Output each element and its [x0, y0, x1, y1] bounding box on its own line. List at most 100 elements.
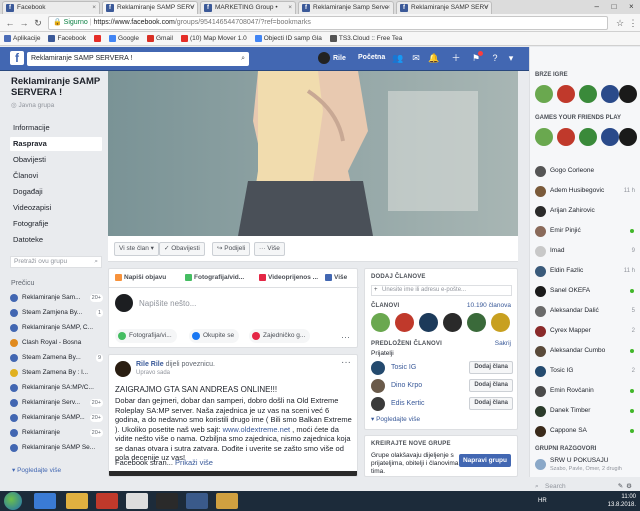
browser-tab-1[interactable]: f Reklamiranje SAMP SERV ×: [102, 1, 198, 14]
facebook-search-input[interactable]: Reklamiranje SAMP SERVERA ! ⌕: [27, 52, 249, 66]
bookmark-facebook[interactable]: Facebook: [48, 32, 86, 45]
shortcut-item[interactable]: Reklamiranje SAMP, C...: [10, 321, 105, 335]
nav-fotografije[interactable]: Fotografije: [10, 217, 102, 231]
chat-contact[interactable]: Gogo Corleone: [535, 164, 637, 178]
group-search-input[interactable]: Pretraži ovu grupu ⌕: [10, 256, 102, 268]
shortcut-item[interactable]: Clash Royal - Bosna: [10, 336, 105, 350]
compose-icon[interactable]: ✎: [618, 483, 626, 490]
avatar[interactable]: [371, 397, 385, 411]
nav-datoteke[interactable]: Datoteke: [10, 233, 102, 247]
post-time[interactable]: Upravo sada: [136, 370, 170, 376]
game-icon[interactable]: [579, 128, 597, 146]
chat-contact[interactable]: Imad 9: [535, 244, 637, 258]
tab-write-post[interactable]: Napiši objavu: [115, 274, 166, 281]
nav-obavijesti[interactable]: Obavijesti: [10, 153, 102, 167]
search-icon[interactable]: ⌕: [241, 52, 245, 66]
chat-contact[interactable]: Emir Pinjić: [535, 224, 637, 238]
post-author[interactable]: Rile Rile: [136, 361, 164, 368]
tab-more[interactable]: Više: [325, 274, 347, 281]
member-count[interactable]: 10.190 članova: [467, 302, 511, 309]
member-avatar[interactable]: [395, 313, 414, 332]
game-icon[interactable]: [579, 85, 597, 103]
group-cover-photo[interactable]: [108, 71, 518, 236]
shortcut-item[interactable]: Reklamiranje SA:MP/C...: [10, 381, 105, 395]
messenger-icon[interactable]: ✉: [410, 52, 422, 64]
game-icon[interactable]: [601, 85, 619, 103]
bookmark-google[interactable]: Google: [109, 32, 139, 45]
avatar[interactable]: [115, 361, 131, 377]
member-avatar[interactable]: [491, 313, 510, 332]
chat-contact[interactable]: Danek Timber: [535, 404, 637, 418]
shortcut-item[interactable]: Reklamiranje 20+: [10, 426, 105, 440]
profile-link[interactable]: Rile: [318, 52, 346, 64]
minimize-icon[interactable]: –: [588, 0, 605, 14]
member-avatar[interactable]: [467, 313, 486, 332]
app-icon[interactable]: [216, 493, 238, 509]
member-avatar[interactable]: [419, 313, 438, 332]
game-icon[interactable]: [557, 85, 575, 103]
post-options-icon[interactable]: ···: [341, 357, 351, 368]
browser-tab-2[interactable]: f MARKETING Group • ×: [200, 1, 296, 14]
browser-tab-4[interactable]: f Reklamiranje SAMP SERV ×: [396, 1, 492, 14]
see-more-members-link[interactable]: ▾ Pogledajte više: [371, 415, 420, 423]
forward-icon[interactable]: →: [18, 17, 30, 29]
game-icon[interactable]: [601, 128, 619, 146]
media-icon[interactable]: [96, 493, 118, 509]
facebook-logo-icon[interactable]: f: [10, 51, 24, 65]
bookmark-ts3cloud[interactable]: TS3.Cloud :: Free Tea: [329, 32, 402, 45]
clock[interactable]: 11:00 13.8.2018.: [608, 493, 636, 509]
browser-tab-3[interactable]: f Reklamiranje Samp Serve ×: [298, 1, 394, 14]
shortcut-item[interactable]: Reklamiranje SAMP Se...: [10, 441, 105, 455]
language-indicator[interactable]: HR: [538, 498, 547, 504]
tab-photo-video[interactable]: Fotografija/vid...: [185, 274, 244, 281]
chat-contact[interactable]: Adem Husibegovic 11 h: [535, 184, 637, 198]
shortcut-item[interactable]: Steam Zamjena By... 1: [10, 306, 105, 320]
photo-video-pill[interactable]: Fotografija/vi...: [115, 329, 177, 343]
app-icon[interactable]: [156, 493, 178, 509]
account-menu-icon[interactable]: ▾: [505, 52, 517, 64]
composer-input[interactable]: Napišite nešto...: [115, 294, 196, 312]
add-member-button[interactable]: Dodaj člana: [469, 379, 513, 392]
chat-contact[interactable]: Emin Rovčanin: [535, 384, 637, 398]
chrome-icon[interactable]: [126, 493, 148, 509]
chat-contact[interactable]: Cappone SA: [535, 424, 637, 438]
notifications-icon[interactable]: 🔔: [428, 52, 440, 64]
shortcut-item[interactable]: Reklamiranje Sam... 20+: [10, 291, 105, 305]
url-input[interactable]: 🔒 Sigurno | https://www.facebook.com/gro…: [48, 16, 608, 30]
post-image[interactable]: [109, 471, 357, 476]
friend-requests-icon[interactable]: 👥: [392, 52, 404, 64]
add-member-button[interactable]: Dodaj člana: [469, 361, 513, 374]
more-button[interactable]: ··· Više: [254, 242, 285, 256]
group-title[interactable]: Reklamiranje SAMP SERVERA !: [11, 76, 106, 98]
nav-informacije[interactable]: Informacije: [10, 121, 102, 135]
chat-contact[interactable]: Aleksandar Dalić 5: [535, 304, 637, 318]
reload-icon[interactable]: ↻: [32, 17, 44, 29]
share-button[interactable]: ↪ Podijeli: [212, 242, 251, 256]
game-icon[interactable]: [535, 85, 553, 103]
browser-tab-0[interactable]: f Facebook ×: [2, 1, 100, 14]
shared-pill[interactable]: Zajedničko g...: [249, 329, 311, 343]
app-icon[interactable]: [186, 493, 208, 509]
shortcut-item[interactable]: Steam Zamena By : l...: [10, 366, 105, 380]
game-icon[interactable]: [557, 128, 575, 146]
menu-icon[interactable]: ⋮: [627, 17, 639, 29]
show-more-link[interactable]: Prikaži više: [175, 458, 213, 467]
star-icon[interactable]: ☆: [614, 17, 626, 29]
bookmark-objects[interactable]: Objecti ID samp Gla: [254, 32, 322, 45]
tab-live-video[interactable]: Videoprijenos ...: [259, 274, 318, 281]
nav-rasprava[interactable]: Rasprava: [10, 137, 102, 151]
help-icon[interactable]: ?: [489, 52, 501, 64]
avatar[interactable]: [371, 361, 385, 375]
chat-contact[interactable]: Arijan Zahirovic: [535, 204, 637, 218]
ie-icon[interactable]: [34, 493, 56, 509]
chat-contact[interactable]: Aleksandar Cumbo: [535, 344, 637, 358]
close-tab-icon[interactable]: ×: [288, 2, 292, 14]
nav-dogadaji[interactable]: Događaji: [10, 185, 102, 199]
bookmark-apps[interactable]: Aplikacije: [4, 32, 40, 45]
avatar[interactable]: [371, 379, 385, 393]
create-group-button[interactable]: Napravi grupu: [458, 454, 511, 467]
close-tab-icon[interactable]: ×: [386, 2, 390, 14]
maximize-icon[interactable]: □: [605, 0, 622, 14]
start-button[interactable]: [4, 492, 22, 510]
chat-contact[interactable]: Eldin Fazlic 11 h: [535, 264, 637, 278]
